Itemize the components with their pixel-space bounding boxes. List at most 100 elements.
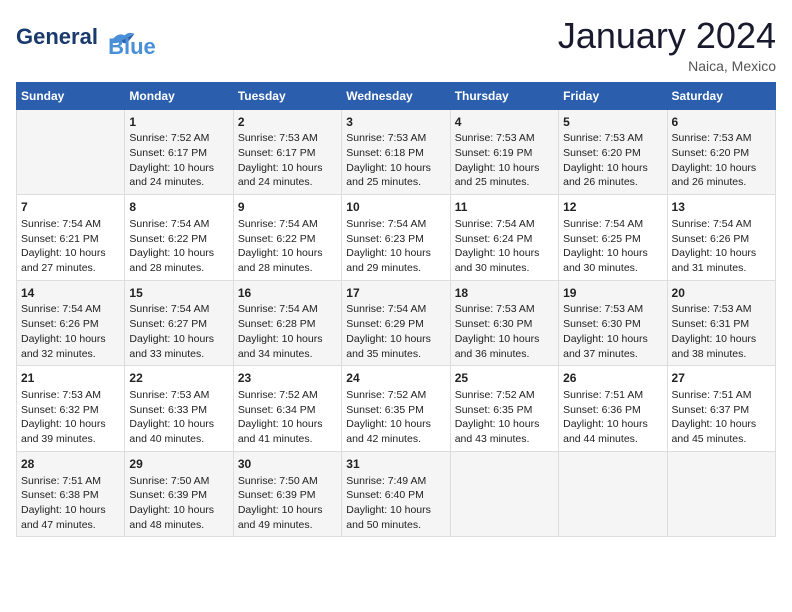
calendar-cell: 20Sunrise: 7:53 AMSunset: 6:31 PMDayligh… [667, 280, 775, 366]
cell-text: and 43 minutes. [455, 432, 554, 447]
cell-text: Sunrise: 7:50 AM [238, 474, 337, 489]
cell-text: and 49 minutes. [238, 518, 337, 533]
cell-text: and 25 minutes. [346, 175, 445, 190]
cell-text: Sunset: 6:39 PM [238, 488, 337, 503]
calendar-cell [559, 451, 667, 537]
cell-text: and 24 minutes. [238, 175, 337, 190]
cell-text: Sunrise: 7:53 AM [21, 388, 120, 403]
cell-text: Sunset: 6:20 PM [672, 146, 771, 161]
cell-text: Daylight: 10 hours [563, 332, 662, 347]
calendar-cell: 14Sunrise: 7:54 AMSunset: 6:26 PMDayligh… [17, 280, 125, 366]
day-number: 2 [238, 114, 337, 131]
col-sunday: Sunday [17, 82, 125, 109]
cell-text: and 42 minutes. [346, 432, 445, 447]
cell-text: Sunrise: 7:53 AM [563, 131, 662, 146]
cell-text: Sunrise: 7:54 AM [238, 302, 337, 317]
cell-text: Daylight: 10 hours [455, 246, 554, 261]
calendar-cell: 16Sunrise: 7:54 AMSunset: 6:28 PMDayligh… [233, 280, 341, 366]
cell-text: Sunrise: 7:51 AM [672, 388, 771, 403]
cell-text: Daylight: 10 hours [672, 246, 771, 261]
calendar-cell [667, 451, 775, 537]
col-thursday: Thursday [450, 82, 558, 109]
cell-text: Sunset: 6:27 PM [129, 317, 228, 332]
day-number: 17 [346, 285, 445, 302]
calendar-cell: 6Sunrise: 7:53 AMSunset: 6:20 PMDaylight… [667, 109, 775, 195]
cell-text: Sunset: 6:24 PM [455, 232, 554, 247]
day-number: 6 [672, 114, 771, 131]
calendar-header-row: Sunday Monday Tuesday Wednesday Thursday… [17, 82, 776, 109]
calendar-cell: 3Sunrise: 7:53 AMSunset: 6:18 PMDaylight… [342, 109, 450, 195]
calendar-cell: 19Sunrise: 7:53 AMSunset: 6:30 PMDayligh… [559, 280, 667, 366]
calendar-cell: 26Sunrise: 7:51 AMSunset: 6:36 PMDayligh… [559, 366, 667, 452]
day-number: 16 [238, 285, 337, 302]
col-friday: Friday [559, 82, 667, 109]
calendar-cell: 28Sunrise: 7:51 AMSunset: 6:38 PMDayligh… [17, 451, 125, 537]
calendar-cell: 1Sunrise: 7:52 AMSunset: 6:17 PMDaylight… [125, 109, 233, 195]
cell-text: Sunrise: 7:54 AM [563, 217, 662, 232]
cell-text: Sunrise: 7:52 AM [455, 388, 554, 403]
cell-text: Sunset: 6:29 PM [346, 317, 445, 332]
cell-text: Sunset: 6:36 PM [563, 403, 662, 418]
logo-general: General [16, 24, 98, 49]
day-number: 4 [455, 114, 554, 131]
cell-text: Sunrise: 7:54 AM [672, 217, 771, 232]
day-number: 15 [129, 285, 228, 302]
day-number: 7 [21, 199, 120, 216]
cell-text: Daylight: 10 hours [238, 161, 337, 176]
cell-text: Daylight: 10 hours [346, 332, 445, 347]
day-number: 24 [346, 370, 445, 387]
cell-text: Sunrise: 7:54 AM [129, 302, 228, 317]
day-number: 28 [21, 456, 120, 473]
logo-blue: Blue [108, 34, 156, 60]
cell-text: Sunset: 6:26 PM [21, 317, 120, 332]
cell-text: and 35 minutes. [346, 347, 445, 362]
day-number: 29 [129, 456, 228, 473]
calendar-cell: 17Sunrise: 7:54 AMSunset: 6:29 PMDayligh… [342, 280, 450, 366]
cell-text: Sunrise: 7:52 AM [346, 388, 445, 403]
cell-text: Sunset: 6:30 PM [563, 317, 662, 332]
cell-text: Sunrise: 7:54 AM [129, 217, 228, 232]
cell-text: and 30 minutes. [563, 261, 662, 276]
calendar-cell: 18Sunrise: 7:53 AMSunset: 6:30 PMDayligh… [450, 280, 558, 366]
cell-text: Sunrise: 7:53 AM [455, 302, 554, 317]
cell-text: and 33 minutes. [129, 347, 228, 362]
day-number: 5 [563, 114, 662, 131]
cell-text: Daylight: 10 hours [21, 503, 120, 518]
calendar-cell: 4Sunrise: 7:53 AMSunset: 6:19 PMDaylight… [450, 109, 558, 195]
cell-text: Sunset: 6:39 PM [129, 488, 228, 503]
location: Naica, Mexico [558, 58, 776, 74]
cell-text: Sunset: 6:20 PM [563, 146, 662, 161]
calendar-cell: 8Sunrise: 7:54 AMSunset: 6:22 PMDaylight… [125, 195, 233, 281]
cell-text: Sunset: 6:21 PM [21, 232, 120, 247]
cell-text: Sunrise: 7:54 AM [21, 302, 120, 317]
cell-text: and 26 minutes. [563, 175, 662, 190]
cell-text: Sunset: 6:18 PM [346, 146, 445, 161]
calendar-cell: 15Sunrise: 7:54 AMSunset: 6:27 PMDayligh… [125, 280, 233, 366]
day-number: 25 [455, 370, 554, 387]
cell-text: Sunrise: 7:52 AM [238, 388, 337, 403]
day-number: 22 [129, 370, 228, 387]
calendar-cell [450, 451, 558, 537]
cell-text: Daylight: 10 hours [129, 161, 228, 176]
cell-text: and 40 minutes. [129, 432, 228, 447]
cell-text: Daylight: 10 hours [455, 332, 554, 347]
cell-text: and 45 minutes. [672, 432, 771, 447]
cell-text: Sunset: 6:26 PM [672, 232, 771, 247]
cell-text: Sunrise: 7:53 AM [672, 302, 771, 317]
cell-text: Sunrise: 7:54 AM [238, 217, 337, 232]
page-container: General Blue January 2024 Naica, Mexico … [0, 0, 792, 547]
cell-text: Sunrise: 7:54 AM [346, 217, 445, 232]
cell-text: Sunrise: 7:53 AM [346, 131, 445, 146]
cell-text: and 30 minutes. [455, 261, 554, 276]
title-block: January 2024 Naica, Mexico [558, 16, 776, 74]
cell-text: Daylight: 10 hours [563, 246, 662, 261]
day-number: 23 [238, 370, 337, 387]
cell-text: Sunset: 6:30 PM [455, 317, 554, 332]
cell-text: Daylight: 10 hours [21, 417, 120, 432]
cell-text: and 47 minutes. [21, 518, 120, 533]
calendar-week-2: 7 Sunrise: 7:54 AM Sunset: 6:21 PM Daylight… [17, 195, 776, 281]
day-number: 18 [455, 285, 554, 302]
col-tuesday: Tuesday [233, 82, 341, 109]
cell-text: Daylight: 10 hours [346, 161, 445, 176]
cell-text: Sunset: 6:32 PM [21, 403, 120, 418]
